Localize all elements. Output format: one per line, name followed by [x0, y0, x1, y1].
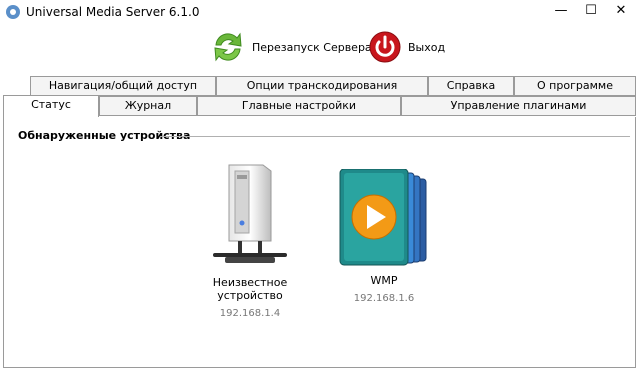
section-divider: [160, 136, 630, 137]
windows-media-player-icon: [339, 168, 427, 266]
device-ip: 192.168.1.6: [353, 293, 415, 304]
window-title: Universal Media Server 6.1.0: [26, 5, 200, 19]
title-bar: Universal Media Server 6.1.0 — ☐ ✕: [0, 0, 639, 24]
device-name: WMP: [370, 274, 398, 287]
maximize-button[interactable]: ☐: [576, 0, 606, 24]
restart-arrows-icon: [214, 32, 242, 62]
tab-general-settings[interactable]: Главные настройки: [197, 96, 401, 116]
tab-navigation-sharing[interactable]: Навигация/общий доступ: [30, 76, 216, 96]
tab-help[interactable]: Справка: [428, 76, 514, 96]
device-ip: 192.168.1.4: [219, 308, 281, 319]
minimize-button[interactable]: —: [546, 0, 576, 24]
pc-tower-icon: [213, 164, 287, 263]
exit-button[interactable]: Выход: [368, 29, 445, 65]
tab-plugin-management[interactable]: Управление плагинами: [401, 96, 636, 116]
device-name: Неизвестное устройство: [212, 276, 288, 302]
tab-log[interactable]: Журнал: [99, 96, 197, 116]
device-unknown[interactable]: Неизвестное устройство 192.168.1.4: [180, 161, 320, 319]
status-panel: Обнаруженные устройства Неизвестное устр…: [3, 117, 636, 368]
app-logo-icon: [6, 5, 20, 19]
tab-status[interactable]: Статус: [3, 95, 99, 117]
tab-about[interactable]: О программе: [514, 76, 636, 96]
exit-label: Выход: [408, 40, 446, 54]
restart-server-button[interactable]: Перезапуск Сервера: [210, 29, 372, 65]
restart-label: Перезапуск Сервера: [252, 40, 372, 54]
tab-transcoding-options[interactable]: Опции транскодирования: [216, 76, 428, 96]
toolbar: Перезапуск Сервера Выход: [0, 24, 639, 70]
device-wmp[interactable]: WMP 192.168.1.6: [324, 168, 444, 304]
power-icon: [369, 31, 401, 63]
tab-bar: Навигация/общий доступ Опции транскодиро…: [0, 76, 639, 118]
close-button[interactable]: ✕: [606, 0, 636, 24]
